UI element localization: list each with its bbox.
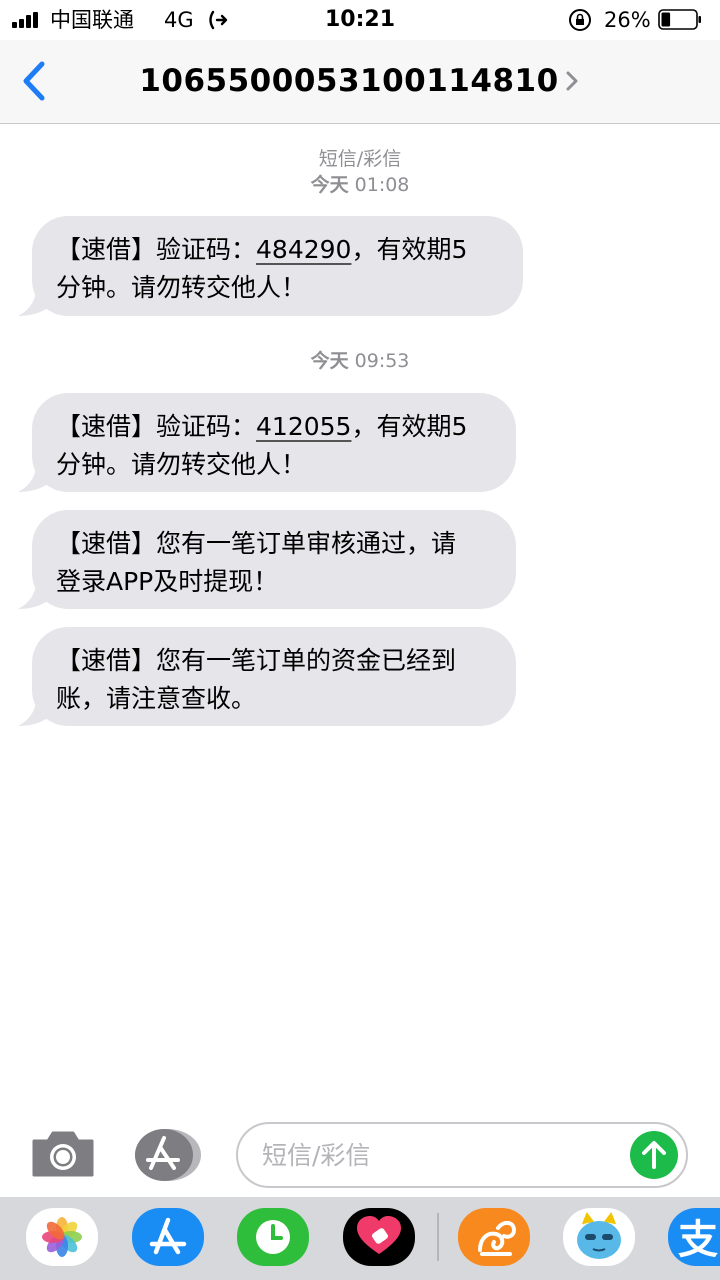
alipay-icon[interactable]: 支 — [668, 1208, 720, 1266]
timestamp-time: 01:08 — [354, 174, 410, 196]
drawer-divider — [437, 1213, 439, 1261]
battery-icon — [658, 9, 701, 30]
message-text: 【速借】您有一笔订单审核通过，请 登录APP及时提现！ — [56, 529, 457, 596]
bubble-tail — [18, 581, 50, 609]
message-bubble[interactable]: 【速借】您有一笔订单的资金已经到 账，请注意查收。 — [18, 627, 516, 726]
timestamp-day: 今天 — [310, 174, 349, 196]
bubble-tail — [18, 698, 50, 726]
svg-text:支: 支 — [678, 1217, 718, 1263]
bubble-tail — [18, 288, 50, 316]
imessage-app-drawer: 支 — [0, 1197, 720, 1280]
chevron-right-icon[interactable] — [563, 70, 581, 92]
message-text: 【速借】验证码：412055，有效期5 分钟。请勿转交他人！ — [56, 412, 468, 479]
send-arrow-icon[interactable] — [630, 1131, 678, 1179]
service-label: 短信/彩信 — [318, 148, 402, 170]
timestamp-day: 今天 — [310, 350, 349, 372]
message-bubble[interactable]: 【速借】验证码：412055，有效期5 分钟。请勿转交他人！ — [18, 393, 516, 492]
verification-code[interactable]: 412055 — [256, 412, 351, 441]
bubble-tail — [18, 464, 50, 492]
heartbeat-icon[interactable] — [343, 1208, 415, 1266]
battery-percent: 26% — [604, 8, 651, 32]
timestamp: 今天 01:08 — [0, 172, 720, 198]
message-text: 【速借】验证码：484290，有效期5 分钟。请勿转交他人！ — [56, 235, 468, 302]
verification-code[interactable]: 484290 — [256, 235, 351, 264]
photos-icon[interactable] — [26, 1208, 98, 1266]
message-bubble[interactable]: 【速借】您有一笔订单审核通过，请 登录APP及时提现！ — [18, 510, 516, 609]
contact-title[interactable]: 1065500053100114810 — [0, 61, 720, 101]
status-bar: 中国联通 4G 10:21 26% — [0, 0, 720, 40]
message-input[interactable]: 短信/彩信 — [236, 1122, 688, 1188]
contact-number[interactable]: 1065500053100114810 — [139, 63, 558, 99]
timestamp-time: 09:53 — [354, 350, 410, 372]
message-bubble[interactable]: 【速借】验证码：484290，有效期5 分钟。请勿转交他人！ — [18, 216, 523, 316]
camera-icon[interactable] — [30, 1129, 96, 1179]
app-store-icon[interactable] — [132, 1125, 204, 1185]
orientation-lock-icon — [569, 9, 591, 31]
message-text: 【速借】您有一笔订单的资金已经到 账，请注意查收。 — [56, 646, 457, 713]
compose-bar: 短信/彩信 — [0, 1115, 720, 1197]
timestamp: 今天 09:53 — [0, 348, 720, 374]
digital-touch-icon[interactable] — [237, 1208, 309, 1266]
app-store-icon[interactable] — [132, 1208, 204, 1266]
sticker-app-icon[interactable] — [563, 1208, 635, 1266]
conversation-header: 1065500053100114810 — [0, 40, 720, 124]
uc-browser-icon[interactable] — [458, 1208, 530, 1266]
message-input-placeholder: 短信/彩信 — [262, 1141, 371, 1170]
